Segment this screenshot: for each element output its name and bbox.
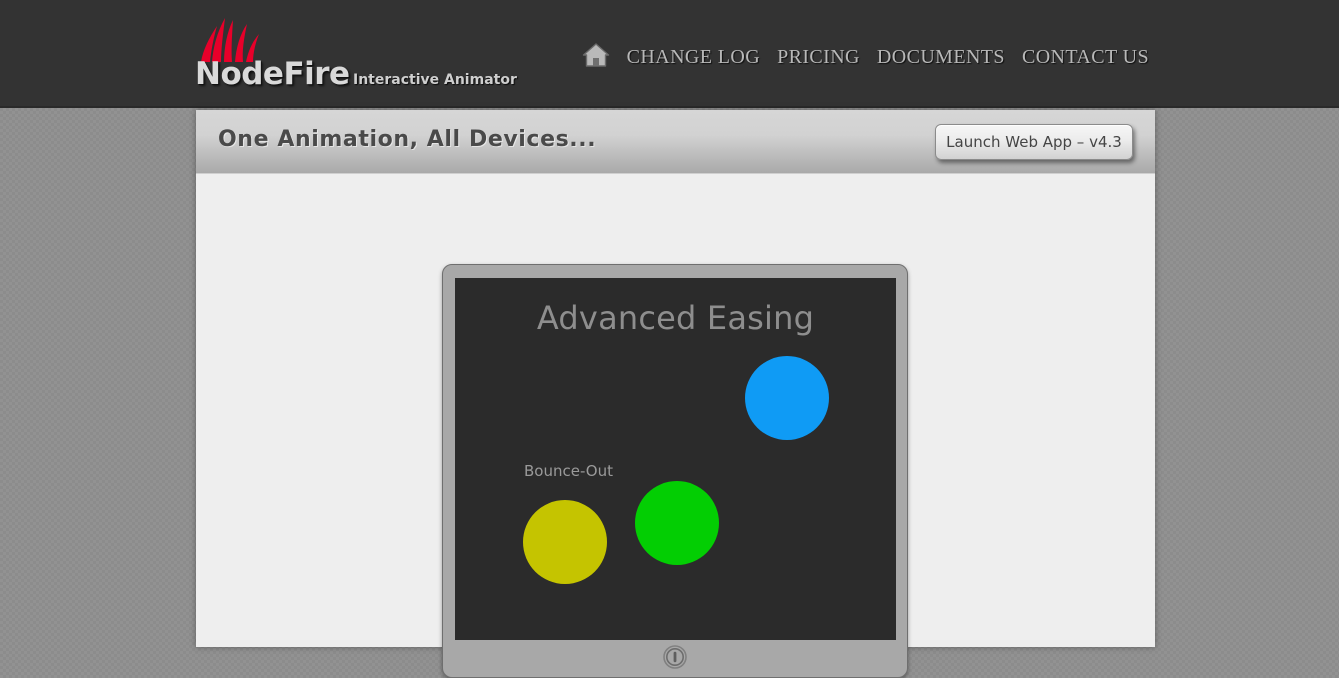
site-header: NodeFire Interactive Animator CHANGE LOG… [0,0,1339,108]
nav-link-pricing[interactable]: PRICING [777,46,860,69]
content-panel: One Animation, All Devices... Launch Web… [196,110,1155,678]
yellow-ball[interactable] [523,500,607,584]
nav-link-documents[interactable]: DOCUMENTS [877,46,1005,69]
easing-label: Bounce-Out [524,462,613,480]
launch-web-app-button[interactable]: Launch Web App – v4.3 [935,124,1133,160]
green-ball[interactable] [635,481,719,565]
demo-stage: Advanced Easing Bounce-Out [196,174,1155,678]
nav-link-change-log[interactable]: CHANGE LOG [627,46,760,69]
flame-logo-icon: NodeFire [195,16,350,94]
device-screen: Advanced Easing Bounce-Out [455,278,896,640]
brand[interactable]: NodeFire Interactive Animator [195,14,517,94]
brand-name: NodeFire [195,56,350,92]
home-icon[interactable] [582,42,610,68]
screen-title: Advanced Easing [536,299,815,337]
brand-tagline: Interactive Animator [353,72,517,88]
blue-ball[interactable] [745,356,829,440]
subheader-bar: One Animation, All Devices... Launch Web… [196,110,1155,174]
main-nav: CHANGE LOG PRICING DOCUMENTS CONTACT US [582,42,1149,70]
power-button-icon[interactable] [662,644,688,670]
nav-link-contact-us[interactable]: CONTACT US [1022,46,1149,69]
device-mockup: Advanced Easing Bounce-Out [442,264,908,678]
page-title: One Animation, All Devices... [218,127,597,152]
